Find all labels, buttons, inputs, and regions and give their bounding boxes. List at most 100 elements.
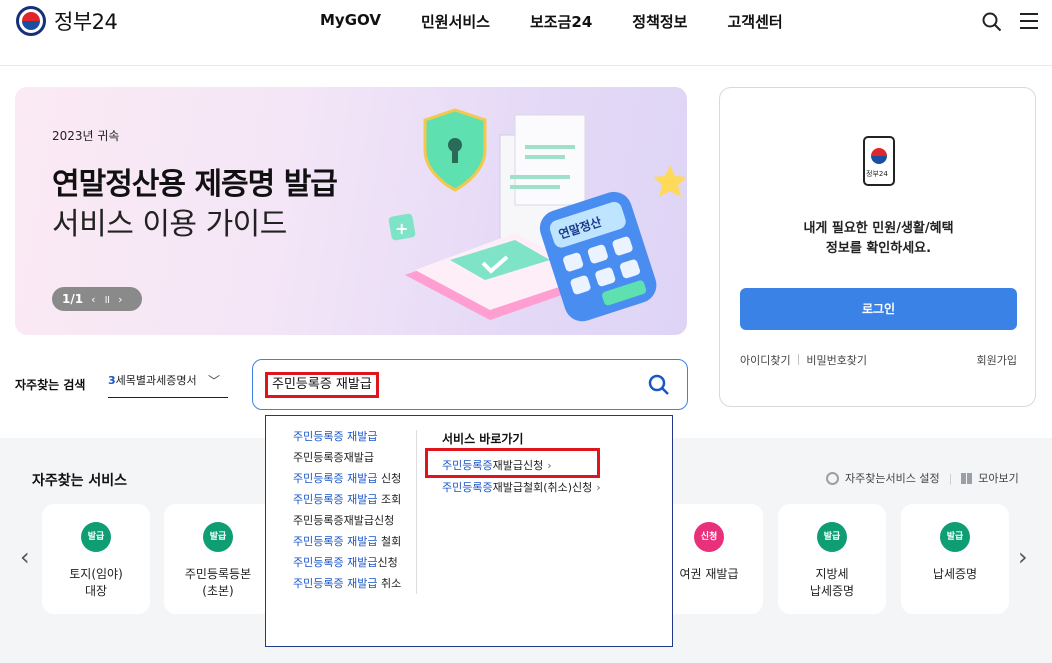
chevron-left-icon[interactable]: ‹ — [20, 543, 30, 571]
login-message: 내게 필요한 민원/생활/혜택 정보를 확인하세요. — [720, 219, 1037, 259]
suggestion-item[interactable]: 주민등록증재발급 — [266, 447, 416, 468]
shortcut-match: 주민등록증 — [442, 481, 493, 494]
nav-mygov[interactable]: MyGOV — [320, 11, 381, 32]
apply-badge: 신청 — [694, 522, 724, 552]
nav-customer-center[interactable]: 고객센터 — [727, 11, 782, 32]
service-label-line1: 지방세 — [815, 567, 849, 581]
banner-subtitle: 서비스 이용 가이드 — [52, 207, 287, 242]
calculator-illustration: + 연말정산 — [388, 108, 685, 322]
nav-policy[interactable]: 정책정보 — [632, 11, 687, 32]
shortcut-match: 주민등록증 — [442, 459, 493, 472]
search-icon[interactable] — [647, 373, 671, 397]
dropdown-divider — [416, 430, 417, 594]
login-message-line1: 내게 필요한 민원/생활/혜택 — [803, 221, 954, 236]
link-separator: | — [796, 352, 801, 365]
service-label-line2: 대장 — [84, 584, 108, 598]
search-input[interactable]: 주민등록증 재발급 — [265, 372, 379, 398]
suggestion-rest: 주민등록증재발급 — [293, 451, 374, 464]
service-card[interactable]: 발급 납세증명 — [901, 504, 1009, 614]
suggestion-rest: 신청 — [377, 472, 402, 485]
next-icon[interactable]: › — [118, 293, 122, 306]
banner-controls: 1/1 ‹ ॥ › — [52, 287, 142, 311]
taegeuk-icon — [871, 148, 887, 164]
promo-banner[interactable]: 2023년 귀속 연말정산용 제증명 발급 서비스 이용 가이드 1/1 ‹ ॥… — [15, 87, 687, 335]
join-link[interactable]: 회원가입 — [977, 352, 1017, 368]
services-tools: 자주찾는서비스 설정 | 모아보기 — [826, 470, 1019, 486]
suggestion-item[interactable]: 주민등록증 재발급 취소 — [266, 573, 416, 594]
suggestion-rest: 주민등록증재발급신청 — [293, 514, 395, 527]
suggestion-rest: 조회 — [377, 493, 402, 506]
suggestion-match: 주민등록증 재발급 — [293, 535, 378, 548]
suggestion-item[interactable]: 주민등록증재발급신청 — [266, 510, 416, 531]
suggestion-match: 주민등록증 재발급 — [293, 556, 378, 569]
mobile-phone-icon: 정부24 — [863, 136, 895, 186]
service-label-line1: 토지(임야) — [69, 567, 123, 581]
gov24-logo[interactable]: 정부24 — [16, 6, 118, 36]
suggestion-item[interactable]: 주민등록증 재발급신청 — [266, 552, 416, 573]
top-header: 정부24 MyGOV 민원서비스 보조금24 정책정보 고객센터 — [0, 0, 1052, 66]
shortcut-rest: 재발급신청 — [492, 459, 544, 472]
logo-text: 정부24 — [54, 10, 118, 34]
view-all-link[interactable]: 모아보기 — [978, 470, 1018, 486]
service-card[interactable]: 발급 토지(임야) 대장 — [42, 504, 150, 614]
service-card[interactable]: 발급 지방세 납세증명 — [778, 504, 886, 614]
prev-icon[interactable]: ‹ — [91, 293, 95, 306]
banner-pager: 1/1 — [62, 292, 84, 306]
suggestion-rest: 철회 — [377, 535, 402, 548]
service-label-line2: (초본) — [202, 584, 234, 598]
suggestion-match: 주민등록증 재발급 — [293, 430, 378, 443]
issue-badge: 발급 — [817, 522, 847, 552]
search-autocomplete-dropdown: 주민등록증 재발급 주민등록증재발급 주민등록증 재발급 신청 주민등록증 재발… — [265, 415, 673, 647]
suggestion-item[interactable]: 주민등록증 재발급 조회 — [266, 489, 416, 510]
suggestion-item[interactable]: 주민등록증 재발급 신청 — [266, 468, 416, 489]
login-message-line2: 정보를 확인하세요. — [825, 241, 932, 256]
banner-year: 2023년 귀속 — [52, 129, 120, 143]
suggestion-list: 주민등록증 재발급 주민등록증재발급 주민등록증 재발급 신청 주민등록증 재발… — [266, 426, 416, 594]
suggestion-match: 주민등록증 재발급 — [293, 577, 378, 590]
login-card: 정부24 내게 필요한 민원/생활/혜택 정보를 확인하세요. 로그인 아이디찾… — [719, 87, 1036, 407]
service-card-label: 주민등록등본 (초본) — [164, 566, 272, 600]
issue-badge: 발급 — [203, 522, 233, 552]
shortcut-reissue-cancel-link[interactable]: 주민등록증재발급철회(취소)신청 › — [442, 479, 601, 495]
login-button[interactable]: 로그인 — [740, 288, 1017, 330]
main-nav: MyGOV 민원서비스 보조금24 정책정보 고객센터 — [300, 11, 803, 32]
grid-icon — [961, 472, 973, 484]
find-id-link[interactable]: 아이디찾기 — [740, 352, 791, 368]
issue-badge: 발급 — [940, 522, 970, 552]
shortcut-rest: 재발급철회(취소)신청 — [492, 481, 593, 494]
frequent-search-term: 세목별과세증명서 — [115, 374, 197, 387]
suggestion-item[interactable]: 주민등록증 재발급 철회 — [266, 531, 416, 552]
hamburger-menu-icon[interactable] — [1020, 13, 1038, 29]
phone-label: 정부24 — [866, 170, 888, 178]
search-icon[interactable] — [982, 12, 1002, 32]
nav-subsidy[interactable]: 보조금24 — [530, 11, 592, 32]
taegeuk-logo-icon — [16, 6, 46, 36]
suggestion-match: 주민등록증 재발급 — [293, 493, 378, 506]
service-card-label: 토지(임야) 대장 — [42, 566, 150, 600]
service-card[interactable]: 발급 주민등록등본 (초본) — [164, 504, 272, 614]
pause-icon[interactable]: ॥ — [104, 292, 111, 307]
service-label-line1: 주민등록등본 — [184, 567, 252, 581]
gear-icon — [826, 471, 839, 485]
shortcut-reissue-apply-link[interactable]: 주민등록증재발급신청 › — [442, 457, 552, 473]
suggestion-rest: 취소 — [377, 577, 402, 590]
login-links: 아이디찾기 | 비밀번호찾기 — [740, 352, 867, 368]
issue-badge: 발급 — [81, 522, 111, 552]
frequent-services-title: 자주찾는 서비스 — [32, 473, 128, 489]
services-settings-link[interactable]: 자주찾는서비스 설정 — [845, 470, 940, 486]
service-label-line1: 납세증명 — [932, 567, 978, 581]
search-box: 주민등록증 재발급 — [252, 359, 688, 410]
suggestion-match: 주민등록증 재발급 — [293, 472, 378, 485]
chevron-right-icon[interactable]: › — [1018, 543, 1028, 571]
svg-text:+: + — [395, 219, 408, 238]
tool-separator: | — [948, 471, 953, 485]
frequent-search-label: 자주찾는 검색 — [15, 378, 86, 392]
chevron-down-icon: ﹀ — [207, 374, 220, 388]
frequent-search-select[interactable]: 3세목별과세증명서 ﹀ — [108, 372, 228, 398]
banner-title: 연말정산용 제증명 발급 — [52, 167, 338, 202]
suggestion-rest: 신청 — [377, 556, 398, 569]
service-shortcut-title: 서비스 바로가기 — [442, 432, 524, 446]
nav-civil-service[interactable]: 민원서비스 — [421, 11, 490, 32]
find-password-link[interactable]: 비밀번호찾기 — [806, 352, 867, 368]
suggestion-item[interactable]: 주민등록증 재발급 — [266, 426, 416, 447]
